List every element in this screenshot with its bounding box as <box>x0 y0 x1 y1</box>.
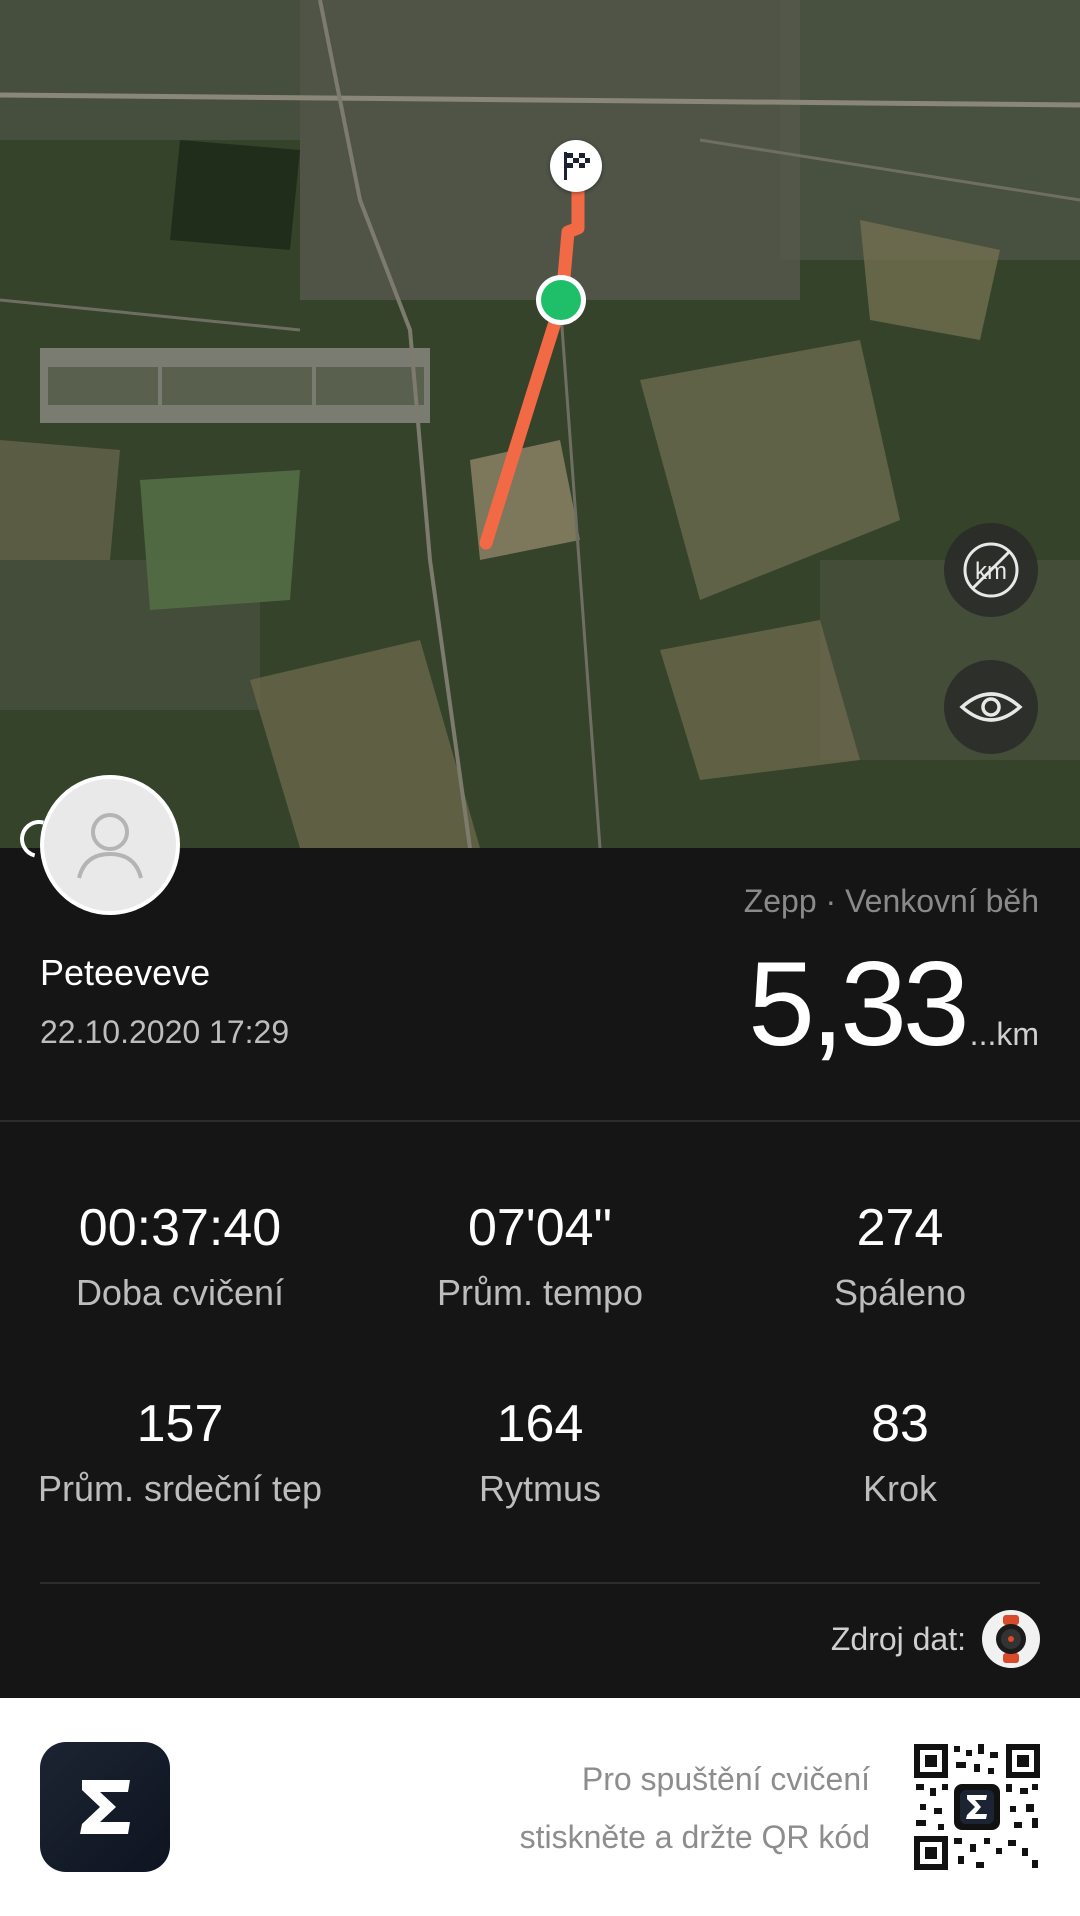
eye-icon <box>959 692 1023 722</box>
stat-label: Spáleno <box>833 1272 967 1313</box>
divider <box>40 1582 1040 1584</box>
stat-label: Rytmus <box>478 1468 601 1509</box>
route-map[interactable]: km <box>0 0 1080 848</box>
stat-value: 157 <box>136 1395 224 1453</box>
visibility-toggle-button[interactable] <box>944 660 1038 754</box>
qr-instruction-line1: Pro spuštění cvičení <box>581 1761 870 1797</box>
workout-source: Zepp · Venkovní běh <box>743 883 1039 919</box>
stat-avg-pace: 07'04" Prům. tempo <box>360 1198 720 1314</box>
stat-label: Krok <box>862 1468 938 1509</box>
stat-label: Doba cvičení <box>75 1272 285 1313</box>
user-avatar-icon <box>77 813 143 879</box>
stat-cadence: 164 Rytmus <box>360 1394 720 1510</box>
stat-value: 274 <box>856 1199 944 1257</box>
km-markers-toggle-button[interactable]: km <box>944 523 1038 617</box>
distance-value: 5,33 <box>748 937 970 1071</box>
stat-avg-heart-rate: 157 Prům. srdeční tep <box>0 1394 360 1510</box>
finish-flag-marker <box>550 140 602 192</box>
zepp-sigma-icon <box>80 1780 130 1834</box>
stat-label: Prům. tempo <box>436 1272 644 1313</box>
watch-icon <box>996 1615 1026 1663</box>
data-source-row: Zdroj dat: <box>831 1610 1040 1668</box>
green-dot-icon <box>541 280 581 320</box>
username: Peteeveve <box>40 952 211 993</box>
distance-display: 5,33 ...km <box>748 935 1039 1073</box>
route-path <box>479 163 585 550</box>
workout-datetime: 22.10.2020 17:29 <box>40 1014 290 1050</box>
divider <box>0 1120 1080 1122</box>
qr-instruction-text: Pro spuštění cvičení stiskněte a držte Q… <box>520 1750 870 1866</box>
start-marker <box>536 275 586 325</box>
stat-value: 164 <box>496 1395 584 1453</box>
stat-duration: 00:37:40 Doba cvičení <box>0 1198 360 1314</box>
stat-value: 07'04" <box>467 1199 613 1257</box>
stat-value: 00:37:40 <box>78 1199 282 1257</box>
qr-code-icon[interactable] <box>914 1744 1040 1870</box>
distance-unit: ...km <box>969 1016 1039 1052</box>
stat-label: Prům. srdeční tep <box>37 1468 323 1509</box>
km-marker-toggle-icon: km <box>963 542 1019 598</box>
avatar[interactable] <box>40 775 180 915</box>
stat-value: 83 <box>871 1395 929 1453</box>
stat-calories: 274 Spáleno <box>720 1198 1080 1314</box>
device-badge[interactable] <box>982 1610 1040 1668</box>
stat-stride: 83 Krok <box>720 1394 1080 1510</box>
checkered-flag-icon <box>564 152 590 180</box>
share-footer: Pro spuštění cvičení stiskněte a držte Q… <box>0 1698 1080 1916</box>
zepp-app-logo <box>40 1742 170 1872</box>
data-source-label: Zdroj dat: <box>830 1620 966 1657</box>
qr-instruction-line2: stiskněte a držte QR kód <box>519 1819 870 1855</box>
